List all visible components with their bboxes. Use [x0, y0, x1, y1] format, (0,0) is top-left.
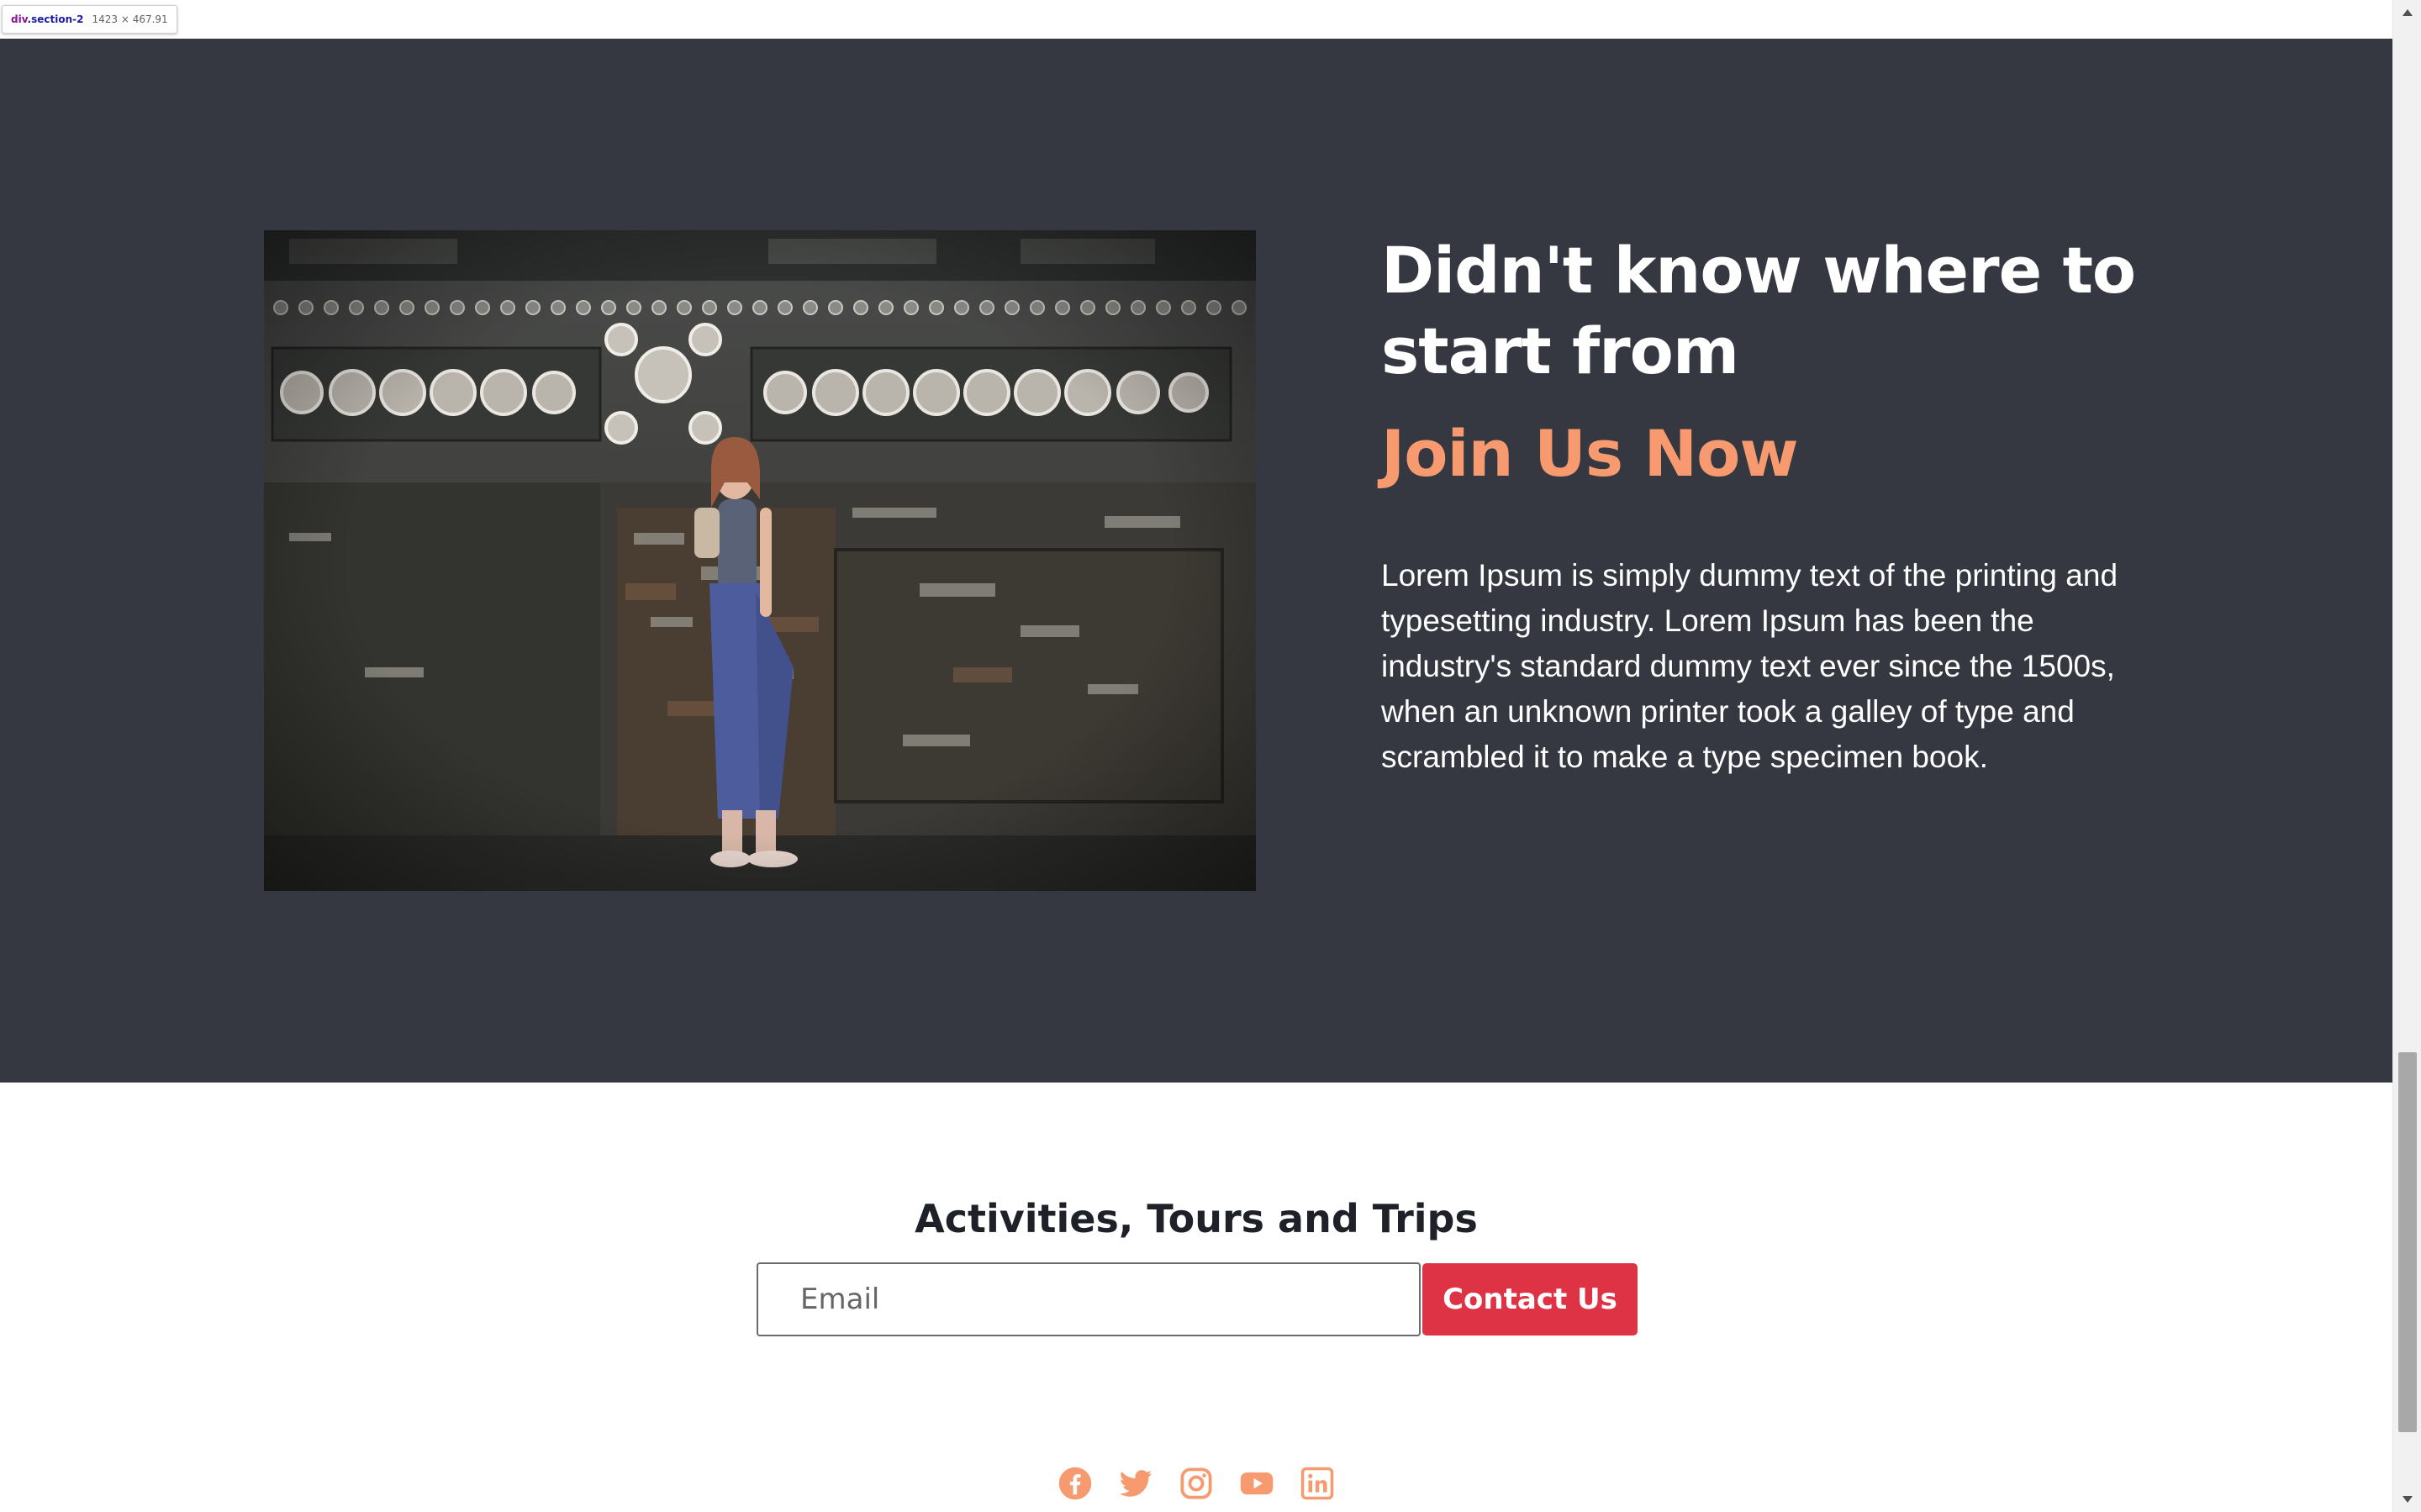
contact-us-button[interactable]: Contact Us — [1422, 1263, 1638, 1336]
linkedin-icon[interactable] — [1300, 1466, 1335, 1501]
contact-form: Contact Us — [757, 1262, 1638, 1336]
twitter-icon[interactable] — [1118, 1466, 1153, 1501]
hero-body-text: Lorem Ipsum is simply dummy text of the … — [1381, 558, 2118, 774]
devtools-dimensions: 1423 × 467.91 — [92, 13, 168, 25]
subscribe-title: Activities, Tours and Trips — [915, 1196, 1478, 1241]
scroll-down-arrow-icon[interactable] — [2393, 1487, 2421, 1512]
devtools-inspect-tooltip: div.section-2 1423 × 467.91 — [2, 5, 177, 34]
scrollbar-thumb[interactable] — [2398, 1052, 2417, 1432]
vertical-scrollbar[interactable] — [2392, 0, 2421, 1512]
devtools-selector: div.section-2 — [11, 13, 84, 25]
page: div.section-2 1423 × 467.91 Didn't know … — [0, 0, 2421, 1512]
hero-image — [264, 230, 1256, 891]
hero-text-block: Didn't know where to start from Join Us … — [1381, 230, 2138, 780]
hero-heading: Didn't know where to start from — [1381, 233, 2136, 388]
youtube-icon[interactable] — [1239, 1466, 1274, 1501]
social-links — [1058, 1466, 1335, 1501]
email-input[interactable] — [757, 1262, 1421, 1336]
scroll-up-arrow-icon[interactable] — [2393, 0, 2421, 25]
hero-section: Didn't know where to start from Join Us … — [0, 39, 2392, 1083]
facebook-icon[interactable] — [1058, 1466, 1093, 1501]
instagram-icon[interactable] — [1179, 1466, 1214, 1501]
join-us-now-heading: Join Us Now — [1381, 416, 1799, 491]
